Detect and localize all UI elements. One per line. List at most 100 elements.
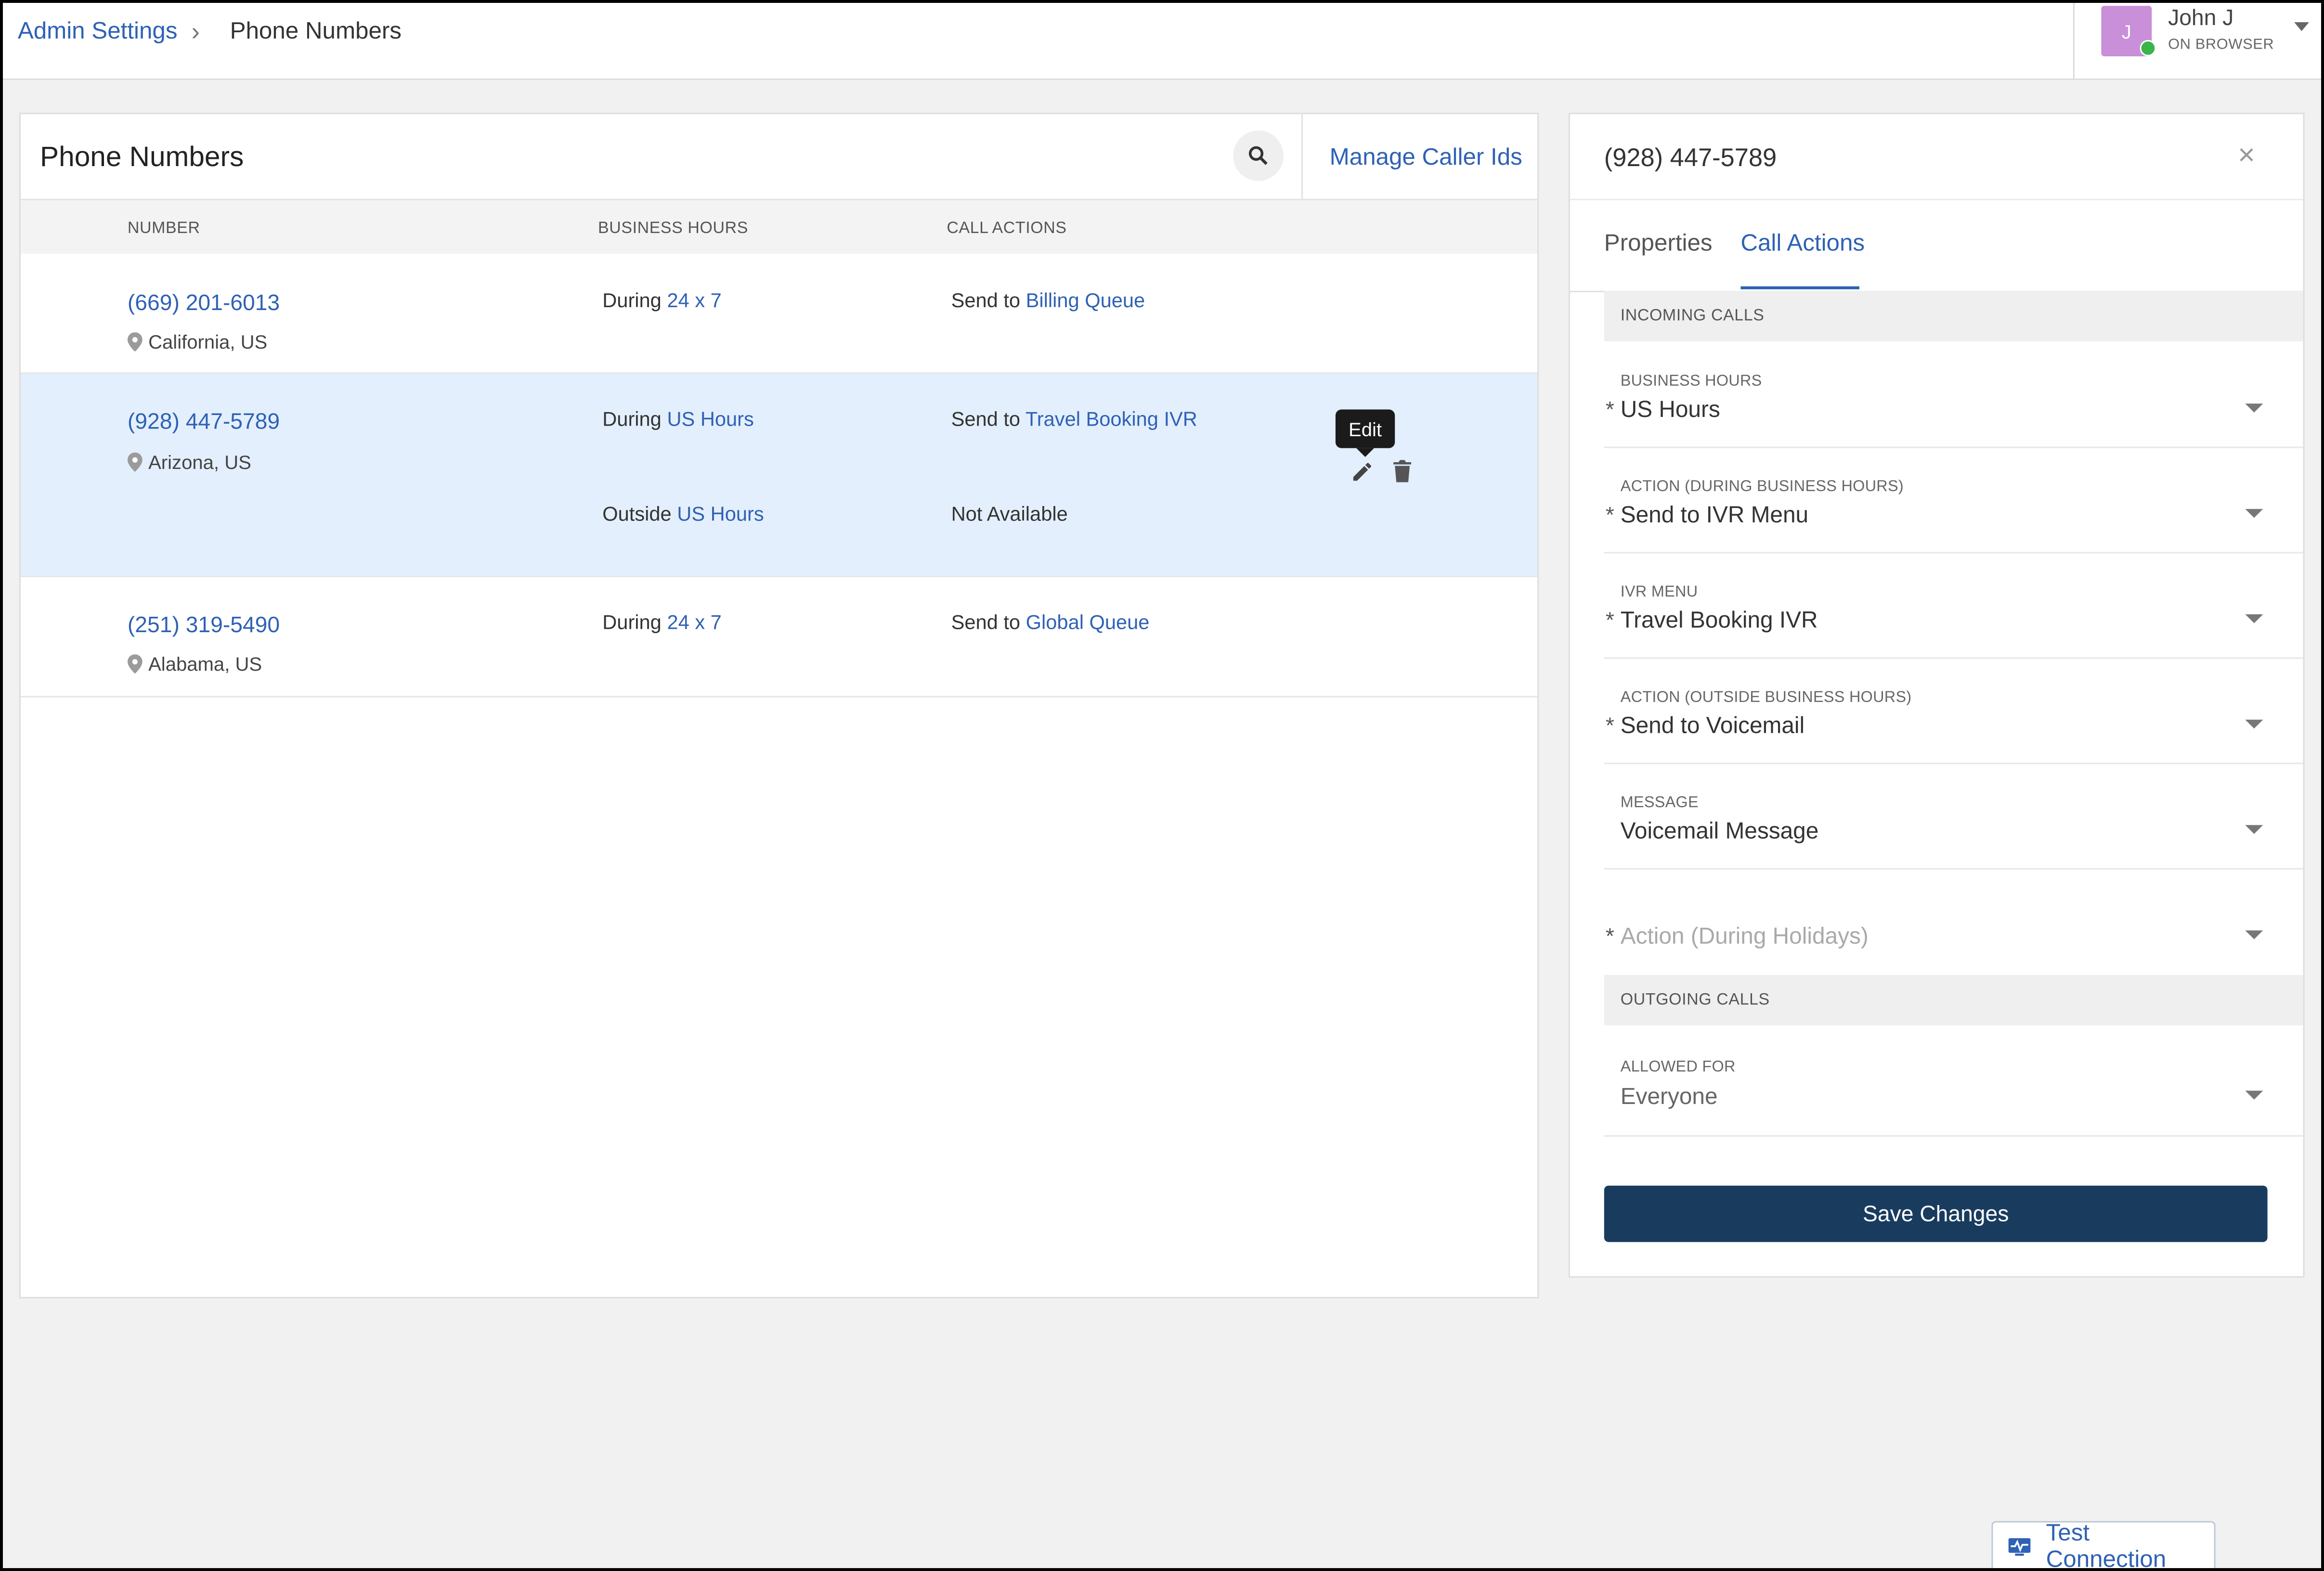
field-value: US Hours bbox=[1620, 397, 1720, 423]
close-icon[interactable]: × bbox=[2238, 140, 2255, 174]
required-marker: * bbox=[1605, 924, 1614, 950]
hours-rule: During US Hours bbox=[602, 408, 754, 430]
phone-number[interactable]: (251) 319-5490 bbox=[128, 613, 280, 638]
tab-call-actions[interactable]: Call Actions bbox=[1740, 232, 1865, 258]
hours-link[interactable]: US Hours bbox=[667, 408, 753, 430]
ivr-menu-select[interactable]: IVR MENU * Travel Booking IVR bbox=[1604, 554, 2303, 659]
breadcrumb-separator: › bbox=[191, 17, 200, 46]
hours-link[interactable]: US Hours bbox=[677, 503, 764, 525]
field-label: BUSINESS HOURS bbox=[1620, 372, 1762, 390]
column-header-number: NUMBER bbox=[127, 220, 200, 238]
save-changes-button[interactable]: Save Changes bbox=[1604, 1185, 2268, 1242]
field-value: Travel Booking IVR bbox=[1620, 608, 1818, 634]
hours-when: During bbox=[602, 611, 662, 634]
edit-button[interactable] bbox=[1352, 460, 1374, 490]
section-label: INCOMING CALLS bbox=[1620, 307, 1765, 325]
action-target-link[interactable]: Global Queue bbox=[1026, 611, 1150, 634]
location-pin-icon bbox=[127, 332, 143, 352]
hours-link[interactable]: 24 x 7 bbox=[667, 289, 721, 312]
pencil-icon bbox=[1353, 463, 1371, 481]
field-label: ALLOWED FOR bbox=[1620, 1058, 1736, 1076]
chevron-down-icon[interactable] bbox=[2294, 22, 2309, 31]
required-marker: * bbox=[1605, 714, 1614, 739]
outgoing-calls-section-header: OUTGOING CALLS bbox=[1604, 974, 2303, 1026]
user-menu[interactable]: J John J ON BROWSER bbox=[2073, 3, 2321, 79]
hours-rule: Outside US Hours bbox=[602, 503, 764, 525]
action-prefix: Send to bbox=[951, 408, 1021, 430]
breadcrumb-current: Phone Numbers bbox=[230, 19, 402, 45]
table-row-selected[interactable]: (928) 447-5789 Arizona, US During US Hou… bbox=[20, 374, 1538, 577]
chevron-down-icon[interactable] bbox=[2245, 403, 2263, 413]
search-button[interactable] bbox=[1233, 130, 1284, 181]
required-marker: * bbox=[1605, 503, 1614, 529]
hours-when: During bbox=[602, 289, 662, 312]
presence-indicator bbox=[2140, 40, 2156, 56]
action-outside-business-hours-select[interactable]: ACTION (OUTSIDE BUSINESS HOURS) * Send t… bbox=[1604, 659, 2303, 765]
section-label: OUTGOING CALLS bbox=[1620, 991, 1770, 1009]
message-select[interactable]: MESSAGE Voicemail Message bbox=[1604, 764, 2303, 870]
call-action-text: Not Available bbox=[951, 503, 1068, 525]
column-header-business-hours: BUSINESS HOURS bbox=[598, 220, 748, 238]
delete-button[interactable] bbox=[1393, 460, 1412, 490]
chevron-down-icon[interactable] bbox=[2245, 509, 2263, 518]
active-tab-indicator bbox=[1740, 286, 1859, 289]
connection-pulse-icon bbox=[2008, 1538, 2031, 1556]
action-target-link[interactable]: Travel Booking IVR bbox=[1026, 408, 1197, 430]
phone-numbers-card: Phone Numbers Manage Caller Ids NUMBER B… bbox=[19, 113, 1539, 1298]
field-placeholder: Action (During Holidays) bbox=[1620, 924, 1869, 950]
location-pin-icon bbox=[127, 452, 143, 472]
action-target-link[interactable]: Billing Queue bbox=[1026, 289, 1145, 312]
action-prefix: Send to bbox=[951, 289, 1021, 312]
phone-number[interactable]: (669) 201-6013 bbox=[128, 291, 280, 316]
phone-number[interactable]: (928) 447-5789 bbox=[128, 410, 280, 435]
incoming-calls-section-header: INCOMING CALLS bbox=[1604, 290, 2303, 341]
chevron-down-icon[interactable] bbox=[2245, 1091, 2263, 1100]
location-label: California, US bbox=[148, 331, 268, 353]
business-hours-select[interactable]: BUSINESS HOURS * US Hours bbox=[1604, 343, 2303, 448]
location: Alabama, US bbox=[127, 653, 262, 675]
action-during-business-hours-select[interactable]: ACTION (DURING BUSINESS HOURS) * Send to… bbox=[1604, 448, 2303, 554]
field-value: Voicemail Message bbox=[1620, 819, 1819, 844]
table-row[interactable]: (669) 201-6013 California, US During 24 … bbox=[20, 253, 1538, 374]
required-marker: * bbox=[1605, 397, 1614, 423]
call-action: Send to Travel Booking IVR bbox=[951, 408, 1197, 430]
call-action: Send to Billing Queue bbox=[951, 289, 1145, 312]
hours-rule: During 24 x 7 bbox=[602, 289, 722, 312]
user-status: ON BROWSER bbox=[2168, 37, 2274, 53]
edit-tooltip: Edit bbox=[1335, 409, 1395, 448]
hours-when: Outside bbox=[602, 503, 672, 525]
table-row[interactable]: (251) 319-5490 Alabama, US During 24 x 7… bbox=[20, 577, 1538, 698]
field-value: Everyone bbox=[1620, 1084, 1718, 1110]
hours-link[interactable]: 24 x 7 bbox=[667, 611, 721, 634]
breadcrumb-admin-settings[interactable]: Admin Settings bbox=[18, 19, 178, 46]
allowed-for-select[interactable]: ALLOWED FOR Everyone bbox=[1604, 1027, 2303, 1137]
test-connection-label: Test Connection bbox=[2046, 1520, 2167, 1571]
chevron-down-icon[interactable] bbox=[2245, 614, 2263, 623]
location-pin-icon bbox=[127, 654, 143, 674]
action-during-holidays-select[interactable]: * Action (During Holidays) bbox=[1604, 870, 2303, 974]
page-title: Phone Numbers bbox=[40, 142, 244, 174]
field-label: MESSAGE bbox=[1620, 793, 1699, 812]
detail-title: (928) 447-5789 bbox=[1604, 143, 1777, 172]
chevron-down-icon[interactable] bbox=[2245, 930, 2263, 939]
tab-properties[interactable]: Properties bbox=[1604, 232, 1713, 258]
chevron-down-icon[interactable] bbox=[2245, 719, 2263, 729]
required-marker: * bbox=[1605, 608, 1614, 634]
test-connection-button[interactable]: Test Connection bbox=[1991, 1520, 2216, 1571]
trash-icon bbox=[1393, 460, 1412, 482]
search-icon bbox=[1248, 146, 1268, 165]
field-value: Send to IVR Menu bbox=[1620, 503, 1809, 529]
manage-caller-ids-link[interactable]: Manage Caller Ids bbox=[1330, 145, 1522, 172]
chevron-down-icon[interactable] bbox=[2245, 825, 2263, 834]
field-value: Send to Voicemail bbox=[1620, 714, 1805, 739]
number-detail-panel: (928) 447-5789 × Properties Call Actions… bbox=[1568, 113, 2305, 1278]
header-divider bbox=[1301, 114, 1303, 199]
location-label: Arizona, US bbox=[148, 451, 251, 474]
action-prefix: Send to bbox=[951, 611, 1021, 634]
call-action: Send to Global Queue bbox=[951, 611, 1150, 634]
location: Arizona, US bbox=[127, 451, 251, 474]
detail-tabs: Properties Call Actions bbox=[1570, 198, 2303, 293]
field-label: ACTION (OUTSIDE BUSINESS HOURS) bbox=[1620, 688, 1912, 707]
top-bar: Admin Settings › Phone Numbers J John J … bbox=[3, 3, 2321, 80]
column-header-call-actions: CALL ACTIONS bbox=[947, 220, 1067, 238]
